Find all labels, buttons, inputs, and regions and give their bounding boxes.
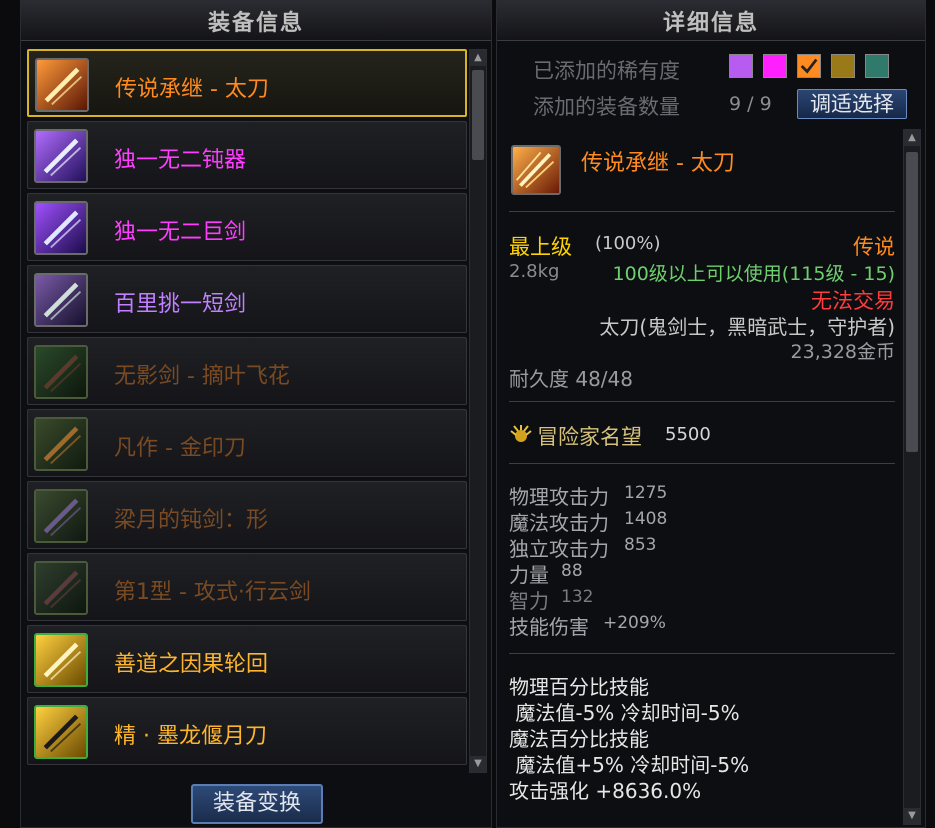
shortsword-icon	[34, 273, 88, 327]
equipment-name: 善道之因果轮回	[114, 652, 269, 677]
divider	[509, 653, 895, 654]
effect-line: 魔法值-5% 冷却时间-5%	[509, 701, 740, 725]
rarity-filter-box[interactable]	[729, 54, 753, 78]
equipment-list-item[interactable]: 传说承继 - 太刀	[27, 49, 467, 117]
katana-icon	[35, 58, 89, 112]
equipment-list-scrollbar[interactable]: ▲ ▼	[469, 49, 487, 773]
stat-value: 853	[624, 535, 657, 555]
scroll-up-icon[interactable]: ▲	[470, 50, 486, 66]
scroll-thumb[interactable]	[472, 70, 484, 160]
rarity-label: 已添加的稀有度	[533, 59, 680, 83]
equipment-name: 传说承继 - 太刀	[115, 77, 269, 102]
effect-line: 物理百分比技能	[509, 675, 649, 699]
greatsword-icon	[34, 201, 88, 255]
scroll-thumb[interactable]	[906, 152, 918, 452]
item-durability: 耐久度 48/48	[509, 367, 633, 391]
equipment-name: 梁月的钝剑：形	[114, 508, 269, 533]
golden-seal-blade-icon	[34, 417, 88, 471]
equipment-name: 第1型 - 攻式·行云剑	[114, 580, 311, 605]
stat-label: 独立攻击力	[509, 537, 609, 561]
equipment-name: 无影剑 - 摘叶飞花	[114, 364, 290, 389]
stat-label: 力量	[509, 563, 549, 587]
stat-label: 技能伤害	[509, 615, 589, 639]
equipment-list-item[interactable]: 精 · 墨龙偃月刀	[27, 697, 467, 765]
divider	[509, 463, 895, 464]
equipment-name: 独一无二巨剑	[114, 220, 247, 245]
equipment-info-panel: 装备信息 传说承继 - 太刀 独一无二钝器 独一无二巨剑 百里挑一短剑无影剑 - 摘叶…	[20, 0, 492, 828]
divider	[509, 401, 895, 402]
item-detail: 传说承继 - 太刀 最上级 (100%) 传说 2.8kg 100级以上可以使用…	[503, 131, 903, 821]
shadow-sword-icon	[34, 345, 88, 399]
cloud-sword-icon	[34, 561, 88, 615]
scroll-down-icon[interactable]: ▼	[470, 756, 486, 772]
item-grade-percent: (100%)	[595, 233, 661, 254]
item-rarity: 传说	[853, 235, 895, 259]
stat-label: 智力	[509, 589, 549, 613]
checkmark-icon	[800, 58, 818, 74]
effect-line: 魔法值+5% 冷却时间-5%	[509, 753, 750, 777]
scroll-down-icon[interactable]: ▼	[904, 808, 920, 824]
equipment-list-item[interactable]: 凡作 - 金印刀	[27, 409, 467, 477]
item-grade: 最上级	[509, 235, 572, 259]
stat-label: 魔法攻击力	[509, 511, 609, 535]
detail-info-panel: 详细信息 已添加的稀有度 添加的装备数量 9 / 9 调适选择 传说承继 - 太…	[496, 0, 926, 828]
equipment-name: 凡作 - 金印刀	[114, 436, 246, 461]
equipment-list-item[interactable]: 百里挑一短剑	[27, 265, 467, 333]
fame-label: 冒险家名望	[537, 425, 642, 449]
effect-line: 攻击强化 +8636.0%	[509, 779, 702, 803]
equipment-count-value: 9 / 9	[729, 93, 772, 115]
equipment-name: 百里挑一短剑	[114, 292, 247, 317]
rarity-filter-box[interactable]	[831, 54, 855, 78]
dragon-glaive-icon	[34, 705, 88, 759]
detail-info-title: 详细信息	[497, 1, 925, 41]
stat-value: 132	[561, 587, 594, 607]
item-name: 传说承继 - 太刀	[581, 151, 735, 176]
blunt-sword-icon	[34, 489, 88, 543]
equipment-list-item[interactable]: 独一无二巨剑	[27, 193, 467, 261]
item-level-requirement: 100级以上可以使用(115级 - 15)	[612, 263, 895, 285]
equipment-info-title: 装备信息	[21, 1, 491, 41]
rarity-filter-box[interactable]	[763, 54, 787, 78]
scroll-up-icon[interactable]: ▲	[904, 130, 920, 146]
equipment-list: 传说承继 - 太刀 独一无二钝器 独一无二巨剑 百里挑一短剑无影剑 - 摘叶飞花 凡作 …	[27, 49, 467, 769]
item-price: 23,328金币	[790, 341, 895, 363]
detail-scrollbar[interactable]: ▲ ▼	[903, 129, 921, 825]
rarity-filter-box[interactable]	[865, 54, 889, 78]
equipment-list-item[interactable]: 善道之因果轮回	[27, 625, 467, 693]
item-classes: 太刀(鬼剑士，黑暗武士，守护者)	[599, 315, 895, 339]
stat-label: 物理攻击力	[509, 485, 609, 509]
equipment-count-label: 添加的装备数量	[533, 95, 680, 119]
fame-value: 5500	[665, 424, 711, 445]
stat-value: 1408	[624, 509, 668, 529]
stat-value: 1275	[624, 483, 668, 503]
item-weight: 2.8kg	[509, 261, 560, 282]
adjust-selection-button[interactable]: 调适选择	[797, 89, 907, 119]
karma-cycle-icon	[34, 633, 88, 687]
katana-icon	[511, 145, 561, 195]
stat-value: 88	[561, 561, 583, 581]
equipment-name: 精 · 墨龙偃月刀	[114, 724, 267, 749]
rarity-filter-box[interactable]	[797, 54, 821, 78]
equipment-swap-button[interactable]: 装备变换	[191, 784, 323, 824]
equipment-list-item[interactable]: 梁月的钝剑：形	[27, 481, 467, 549]
blunt-weapon-icon	[34, 129, 88, 183]
divider	[509, 211, 895, 212]
effect-line: 魔法百分比技能	[509, 727, 649, 751]
fame-icon	[509, 423, 533, 447]
equipment-list-item[interactable]: 无影剑 - 摘叶飞花	[27, 337, 467, 405]
equipment-list-item[interactable]: 独一无二钝器	[27, 121, 467, 189]
equipment-name: 独一无二钝器	[114, 148, 247, 173]
stat-value: +209%	[603, 613, 666, 633]
equipment-list-item[interactable]: 第1型 - 攻式·行云剑	[27, 553, 467, 621]
